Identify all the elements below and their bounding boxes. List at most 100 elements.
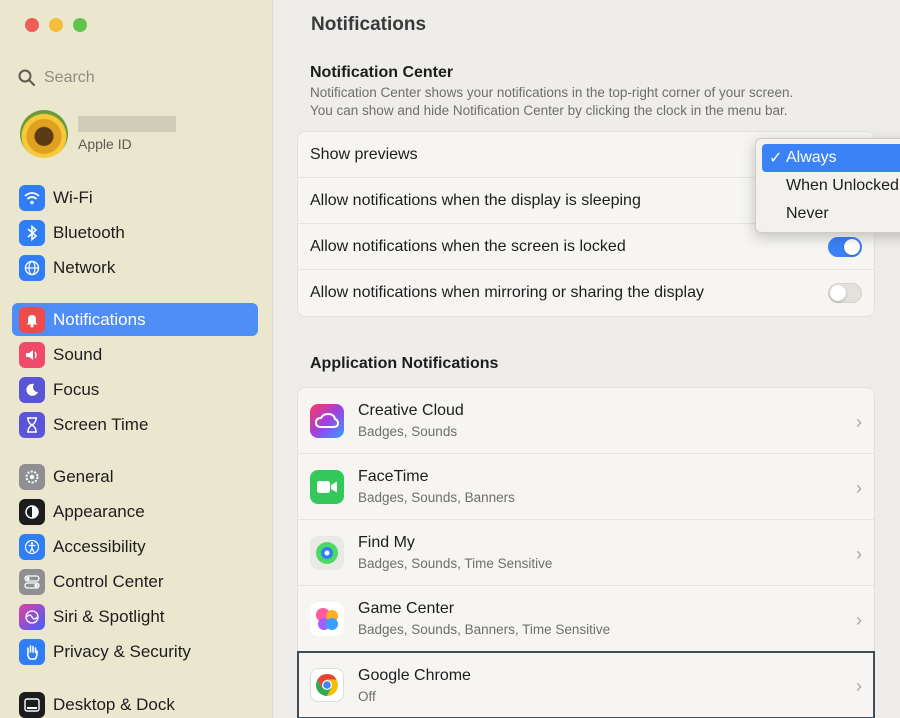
sidebar-item-label: Control Center [53, 571, 164, 591]
app-name: Google Chrome [358, 666, 471, 684]
bell-icon [19, 306, 45, 333]
speaker-icon [19, 341, 45, 368]
sidebar-item-label: Bluetooth [53, 222, 125, 242]
hand-icon [19, 638, 45, 665]
app-notification-styles: Badges, Sounds [358, 424, 458, 439]
setting-label: Allow notifications when mirroring or sh… [310, 284, 704, 301]
accessibility-icon [19, 533, 45, 560]
menu-option-when-unlocked[interactable]: When Unlocked [756, 172, 900, 200]
chevron-right-icon: › [856, 676, 862, 696]
app-notification-styles: Badges, Sounds, Banners, Time Sensitive [358, 622, 611, 637]
search-icon [18, 69, 35, 86]
wifi-icon [19, 184, 45, 211]
appearance-icon [19, 498, 45, 525]
find-my-icon [310, 535, 344, 570]
sidebar-item-general[interactable]: General [12, 460, 258, 493]
chevron-right-icon: › [856, 610, 862, 630]
game-center-icon [310, 601, 344, 636]
window-controls [25, 18, 87, 32]
sidebar-item-bluetooth[interactable]: Bluetooth [12, 216, 258, 249]
sidebar-item-label: Desktop & Dock [53, 694, 175, 714]
chevron-right-icon: › [856, 412, 862, 432]
notification-center-title: Notification Center [310, 64, 454, 81]
app-row-google-chrome[interactable]: Google Chrome Off › [297, 651, 875, 718]
siri-icon [19, 603, 45, 630]
sidebar-item-network[interactable]: Network [12, 251, 258, 284]
app-name: FaceTime [358, 468, 429, 485]
checkmark-icon: ✓ [769, 150, 783, 167]
sidebar-item-notifications[interactable]: Notifications [12, 303, 258, 336]
sidebar-item-label: Wi-Fi [53, 187, 93, 207]
sidebar-group-network: Wi-Fi Bluetooth Network [12, 181, 258, 286]
sidebar-item-label: Accessibility [53, 536, 146, 556]
menu-option-label: Never [786, 205, 829, 222]
description-line: You can show and hide Notification Cente… [310, 103, 788, 118]
show-previews-menu: ✓ Always When Unlocked Never [755, 138, 900, 233]
sidebar-item-siri-spotlight[interactable]: Siri & Spotlight [12, 600, 258, 633]
sidebar-item-appearance[interactable]: Appearance [12, 495, 258, 528]
app-row-find-my[interactable]: Find My Badges, Sounds, Time Sensitive › [298, 520, 874, 586]
app-name: Creative Cloud [358, 402, 464, 419]
search-placeholder: Search [44, 69, 95, 86]
sidebar-item-label: General [53, 466, 114, 486]
moon-icon [19, 376, 45, 403]
chrome-icon [310, 668, 344, 702]
sidebar-item-focus[interactable]: Focus [12, 373, 258, 406]
avatar [20, 110, 68, 158]
chevron-right-icon: › [856, 478, 862, 498]
facetime-icon [310, 469, 344, 504]
sidebar-item-label: Notifications [53, 309, 146, 329]
sidebar-item-control-center[interactable]: Control Center [12, 565, 258, 598]
sidebar-group-desktop: Desktop & Dock [12, 688, 258, 718]
sidebar-item-label: Privacy & Security [53, 641, 191, 661]
bluetooth-icon [19, 219, 45, 246]
setting-label: Show previews [310, 145, 418, 163]
creative-cloud-icon [310, 403, 344, 438]
app-row-creative-cloud[interactable]: Creative Cloud Badges, Sounds › [298, 388, 874, 454]
menu-option-label: When Unlocked [786, 177, 899, 194]
sidebar-item-label: Sound [53, 344, 103, 364]
apple-id-label: Apple ID [78, 136, 132, 152]
notification-center-description: Notification Center shows your notificat… [310, 84, 870, 120]
menu-option-always[interactable]: ✓ Always [762, 144, 900, 172]
app-name: Game Center [358, 600, 455, 617]
sidebar-item-label: Siri & Spotlight [53, 606, 165, 626]
menu-option-never[interactable]: Never [756, 200, 900, 228]
sidebar-group-system: General Appearance Accessibility Control… [12, 460, 258, 670]
description-line: Notification Center shows your notificat… [310, 85, 794, 100]
gear-icon [19, 463, 45, 490]
main-pane: Notifications Notification Center Notifi… [274, 0, 900, 718]
sidebar-item-wifi[interactable]: Wi-Fi [12, 181, 258, 214]
page-title: Notifications [311, 14, 427, 35]
screen-locked-toggle[interactable] [828, 236, 862, 257]
app-name: Find My [358, 534, 415, 551]
sidebar-item-privacy-security[interactable]: Privacy & Security [12, 635, 258, 668]
application-notifications-title: Application Notifications [310, 355, 499, 372]
mirroring-toggle[interactable] [828, 283, 862, 303]
search-field[interactable]: Search [18, 66, 258, 90]
sidebar-item-accessibility[interactable]: Accessibility [12, 530, 258, 563]
menu-option-label: Always [786, 149, 837, 166]
sidebar: Search Apple ID Wi-Fi Bluetooth Network [0, 0, 273, 718]
app-notification-styles: Off [358, 688, 376, 704]
setting-label: Allow notifications when the display is … [310, 191, 641, 209]
sidebar-item-desktop-dock[interactable]: Desktop & Dock [12, 688, 258, 718]
app-row-facetime[interactable]: FaceTime Badges, Sounds, Banners › [298, 454, 874, 520]
close-window-button[interactable] [25, 18, 39, 32]
hourglass-icon [19, 411, 45, 438]
minimize-window-button[interactable] [49, 18, 63, 32]
control-center-icon [19, 568, 45, 595]
application-list: Creative Cloud Badges, Sounds › FaceTime… [297, 387, 875, 718]
sidebar-item-screen-time[interactable]: Screen Time [12, 408, 258, 441]
sidebar-item-sound[interactable]: Sound [12, 338, 258, 371]
app-notification-styles: Badges, Sounds, Time Sensitive [358, 556, 553, 571]
globe-icon [19, 254, 45, 281]
sidebar-item-label: Network [53, 257, 116, 277]
sidebar-group-notifications: Notifications Sound Focus Screen Time [12, 303, 258, 443]
zoom-window-button[interactable] [73, 18, 87, 32]
apple-id-profile[interactable]: Apple ID [20, 110, 176, 158]
app-row-game-center[interactable]: Game Center Badges, Sounds, Banners, Tim… [298, 586, 874, 652]
sidebar-item-label: Appearance [53, 501, 145, 521]
redacted-name [78, 116, 176, 132]
setting-label: Allow notifications when the screen is l… [310, 237, 626, 255]
